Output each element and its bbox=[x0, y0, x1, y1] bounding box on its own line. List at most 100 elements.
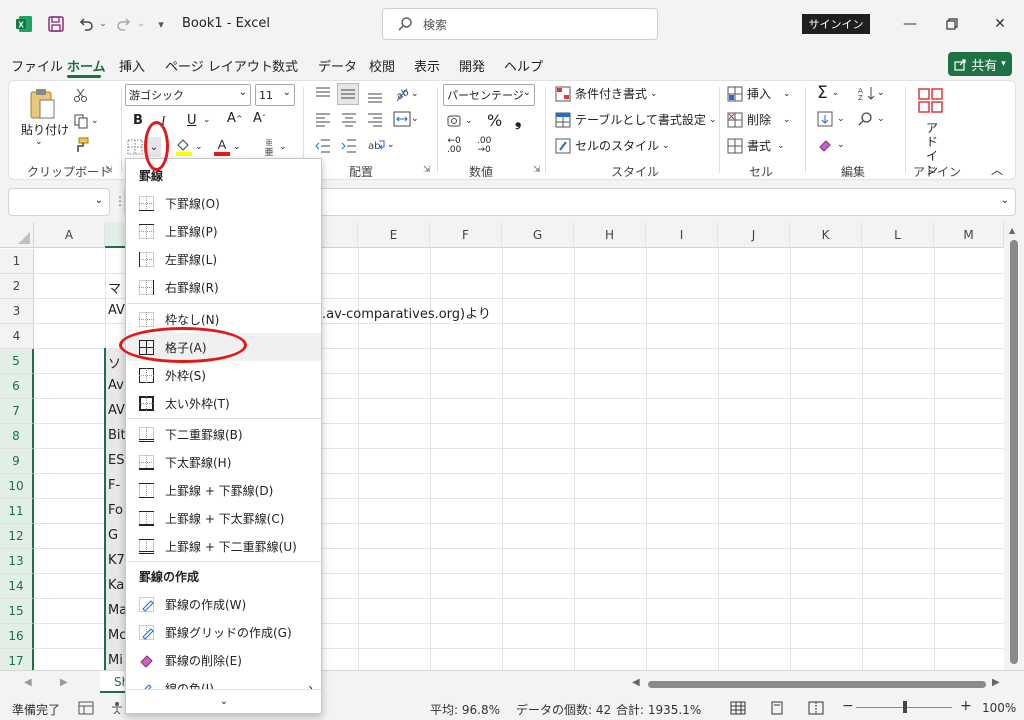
tab-review[interactable]: 校閲 bbox=[369, 56, 395, 75]
menu-item-top-thick-bottom-border[interactable]: 上罫線 + 下太罫線(C) bbox=[127, 504, 321, 532]
search-input[interactable]: 検索 bbox=[382, 8, 658, 40]
clear-icon[interactable]: ⌄ bbox=[817, 137, 845, 153]
font-color-icon[interactable]: A ⌄ bbox=[213, 137, 241, 157]
sort-filter-icon[interactable]: A Z ⌄ bbox=[857, 85, 885, 101]
zoom-slider-thumb[interactable] bbox=[903, 701, 907, 713]
quick-access-more-icon[interactable]: ▾ bbox=[154, 12, 168, 36]
vertical-scrollbar[interactable]: ▲ bbox=[1004, 222, 1024, 670]
menu-item-thick-bottom-border[interactable]: 下太罫線(H) bbox=[127, 448, 321, 476]
column-header[interactable]: F bbox=[430, 222, 502, 248]
insert-cells-button[interactable]: 挿入 ⌄ bbox=[727, 85, 791, 102]
tab-view[interactable]: 表示 bbox=[414, 56, 440, 75]
undo-icon[interactable] bbox=[76, 12, 96, 36]
wrap-text-icon[interactable]: ab ⌄ bbox=[367, 137, 395, 153]
zoom-in-icon[interactable]: + bbox=[960, 698, 972, 714]
conditional-formatting-button[interactable]: 条件付き書式 ⌄ bbox=[555, 85, 658, 102]
menu-item-bottom-border[interactable]: 下罫線(O) bbox=[127, 189, 321, 217]
sheet-next-icon[interactable]: ▶ bbox=[60, 677, 68, 688]
format-cells-button[interactable]: 書式 ⌄ bbox=[727, 137, 785, 154]
row-header[interactable]: 15 bbox=[0, 599, 34, 624]
formula-expand-icon[interactable]: ⌄ bbox=[1001, 195, 1009, 206]
paste-icon[interactable] bbox=[27, 87, 57, 121]
row-header[interactable]: 11 bbox=[0, 499, 34, 524]
bold-button[interactable]: B bbox=[133, 113, 143, 128]
menu-scroll-down-icon[interactable]: ⌄ bbox=[127, 689, 321, 713]
page-layout-view-icon[interactable] bbox=[770, 701, 784, 718]
column-header[interactable]: M bbox=[934, 222, 1004, 248]
row-header[interactable]: 16 bbox=[0, 624, 34, 649]
sheet-prev-icon[interactable]: ◀ bbox=[24, 677, 32, 688]
align-top-icon[interactable] bbox=[315, 87, 331, 101]
cell-b14[interactable]: Ka bbox=[108, 578, 124, 593]
underline-button[interactable]: U bbox=[187, 113, 197, 128]
save-icon[interactable] bbox=[44, 12, 68, 36]
scroll-up-icon[interactable]: ▲ bbox=[1009, 226, 1015, 235]
cell-b8[interactable]: Bit bbox=[108, 428, 126, 443]
cell-b3[interactable]: AV bbox=[108, 303, 125, 318]
horizontal-scroll-thumb[interactable] bbox=[648, 681, 986, 688]
menu-item-right-border[interactable]: 右罫線(R) bbox=[127, 273, 321, 301]
menu-item-top-double-bottom-border[interactable]: 上罫線 + 下二重罫線(U) bbox=[127, 532, 321, 560]
cut-icon[interactable] bbox=[73, 87, 89, 103]
fill-icon[interactable]: ⌄ bbox=[817, 111, 845, 127]
merge-center-icon[interactable]: ⌄ bbox=[393, 111, 419, 127]
increase-indent-icon[interactable] bbox=[341, 139, 357, 153]
column-header[interactable]: G bbox=[502, 222, 574, 248]
percent-style-icon[interactable]: % bbox=[487, 111, 502, 130]
cell-styles-button[interactable]: セルのスタイル ⌄ bbox=[555, 137, 670, 154]
share-button[interactable]: 共有 ▾ bbox=[948, 52, 1012, 76]
menu-item-bottom-double-border[interactable]: 下二重罫線(B) bbox=[127, 420, 321, 448]
column-header[interactable]: J bbox=[718, 222, 790, 248]
borders-button[interactable] bbox=[127, 139, 143, 155]
accounting-format-icon[interactable]: ⌄ bbox=[447, 113, 473, 129]
zoom-out-icon[interactable]: − bbox=[842, 698, 854, 714]
clipboard-launcher-icon[interactable]: ⇲ bbox=[105, 165, 113, 175]
tab-developer[interactable]: 開発 bbox=[459, 56, 485, 75]
shrink-font-icon[interactable]: Aˇ bbox=[253, 111, 266, 126]
cell-b10[interactable]: F- bbox=[108, 478, 120, 493]
cell-b16[interactable]: Mc bbox=[108, 628, 126, 643]
cell-mode-icon[interactable] bbox=[78, 701, 94, 718]
menu-item-top-bottom-border[interactable]: 上罫線 + 下罫線(D) bbox=[127, 476, 321, 504]
row-header[interactable]: 4 bbox=[0, 324, 34, 349]
tab-file[interactable]: ファイル bbox=[11, 56, 63, 75]
column-header[interactable]: E bbox=[358, 222, 430, 248]
cell-b9[interactable]: ES bbox=[108, 453, 124, 468]
accessibility-icon[interactable] bbox=[110, 701, 124, 718]
menu-item-outside-borders[interactable]: 外枠(S) bbox=[127, 361, 321, 389]
tab-formulas[interactable]: 数式 bbox=[272, 56, 298, 75]
menu-item-thick-outside-borders[interactable]: 太い外枠(T) bbox=[127, 389, 321, 417]
copy-icon[interactable]: ⌄ bbox=[73, 113, 99, 129]
cell-b7[interactable]: AV bbox=[108, 403, 125, 418]
find-select-icon[interactable]: ⌄ bbox=[857, 111, 885, 127]
redo-icon[interactable] bbox=[114, 12, 134, 36]
delete-cells-button[interactable]: 削除 ⌄ bbox=[727, 111, 791, 128]
align-bottom-icon[interactable] bbox=[367, 87, 383, 103]
addins-icon[interactable] bbox=[917, 87, 945, 115]
row-header[interactable]: 10 bbox=[0, 474, 34, 499]
close-icon[interactable]: ✕ bbox=[988, 12, 1012, 36]
alignment-launcher-icon[interactable]: ⇲ bbox=[423, 165, 431, 175]
underline-dropdown-icon[interactable]: ⌄ bbox=[203, 115, 211, 125]
row-header[interactable]: 7 bbox=[0, 399, 34, 424]
phonetic-icon[interactable]: 亜亜 ⌄ bbox=[261, 137, 286, 157]
tab-help[interactable]: ヘルプ bbox=[504, 56, 543, 75]
column-header[interactable]: L bbox=[862, 222, 934, 248]
column-header[interactable]: H bbox=[574, 222, 646, 248]
fill-color-icon[interactable]: ⌄ bbox=[175, 137, 203, 157]
page-break-view-icon[interactable] bbox=[808, 701, 824, 718]
format-painter-icon[interactable] bbox=[73, 137, 89, 153]
minimize-icon[interactable]: — bbox=[898, 12, 922, 36]
collapse-ribbon-icon[interactable]: ︿ bbox=[991, 161, 1003, 178]
increase-decimal-icon[interactable]: ←0.00 bbox=[447, 137, 461, 155]
cell-b13[interactable]: K7 bbox=[108, 553, 125, 568]
menu-item-draw-border[interactable]: 罫線の作成(W) bbox=[127, 590, 321, 618]
format-as-table-button[interactable]: テーブルとして書式設定 ⌄ bbox=[555, 111, 716, 128]
signin-button[interactable]: サインイン bbox=[802, 14, 870, 34]
row-header[interactable]: 14 bbox=[0, 574, 34, 599]
row-header[interactable]: 9 bbox=[0, 449, 34, 474]
row-header[interactable]: 13 bbox=[0, 549, 34, 574]
scroll-left-icon[interactable]: ◀ bbox=[632, 677, 640, 688]
font-size-select[interactable]: 11 ⌄ bbox=[255, 84, 295, 106]
row-header[interactable]: 12 bbox=[0, 524, 34, 549]
